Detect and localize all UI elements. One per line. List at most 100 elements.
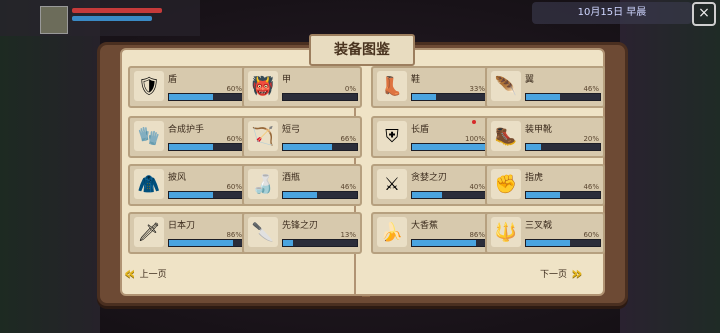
collection-percent: 60% bbox=[226, 183, 242, 191]
left-scene bbox=[0, 0, 100, 333]
close-button[interactable]: × bbox=[692, 2, 716, 26]
collection-percent: 33% bbox=[469, 85, 485, 93]
collection-percent: 60% bbox=[226, 85, 242, 93]
progress-bar bbox=[282, 239, 358, 247]
equipment-card[interactable]: 👢 鞋 33% bbox=[371, 66, 491, 108]
progress-bar bbox=[411, 143, 487, 151]
equipment-name: 先锋之刃 bbox=[282, 221, 319, 231]
equipment-card[interactable]: 🧥 披风 60% bbox=[128, 164, 248, 206]
progress-fill bbox=[526, 144, 541, 150]
equipment-name: 装甲靴 bbox=[525, 125, 553, 135]
equipment-name: 指虎 bbox=[525, 173, 544, 183]
tower-shield-icon: ⛨ bbox=[377, 121, 407, 151]
collection-percent: 46% bbox=[583, 183, 599, 191]
progress-bar bbox=[411, 239, 487, 247]
prev-page-label: 上一页 bbox=[139, 269, 167, 280]
progress-fill bbox=[169, 192, 214, 198]
progress-bar bbox=[168, 93, 244, 101]
vanguard-blade-icon: 🔪 bbox=[248, 217, 278, 247]
progress-bar bbox=[525, 93, 601, 101]
progress-bar bbox=[282, 191, 358, 199]
equipment-name: 合成护手 bbox=[168, 125, 205, 135]
progress-bar bbox=[282, 143, 358, 151]
equipment-name: 短弓 bbox=[282, 125, 301, 135]
equipment-name: 日本刀 bbox=[168, 221, 196, 231]
armor-icon: 👹 bbox=[248, 71, 278, 101]
progress-bar bbox=[411, 191, 487, 199]
collection-percent: 100% bbox=[464, 135, 485, 143]
collection-percent: 86% bbox=[226, 231, 242, 239]
progress-fill bbox=[169, 94, 214, 100]
progress-bar bbox=[525, 239, 601, 247]
banana-icon: 🍌 bbox=[377, 217, 407, 247]
progress-fill bbox=[283, 144, 332, 150]
prev-page-button[interactable]: « 上一页 bbox=[124, 262, 167, 284]
equipment-card[interactable]: 🍌 大香蕉 86% bbox=[371, 212, 491, 254]
progress-fill bbox=[169, 144, 214, 150]
wing-icon: 🪶 bbox=[491, 71, 521, 101]
equipment-card[interactable]: 👹 甲 0% bbox=[242, 66, 362, 108]
right-scene bbox=[620, 0, 720, 333]
progress-fill bbox=[283, 192, 318, 198]
progress-bar bbox=[168, 143, 244, 151]
collection-percent: 46% bbox=[340, 183, 356, 191]
progress-fill bbox=[283, 240, 293, 246]
collection-percent: 60% bbox=[226, 135, 242, 143]
hp-bar bbox=[72, 8, 162, 13]
armored-boots-icon: 🥾 bbox=[491, 121, 521, 151]
progress-bar bbox=[168, 191, 244, 199]
progress-bar bbox=[168, 239, 244, 247]
equipment-card[interactable]: 🔪 先锋之刃 13% bbox=[242, 212, 362, 254]
equipment-card[interactable]: 🥾 装甲靴 20% bbox=[485, 116, 605, 158]
equipment-name: 盾 bbox=[168, 75, 178, 85]
double-chevron-right-icon: » bbox=[571, 262, 583, 284]
progress-fill bbox=[526, 240, 571, 246]
shield-icon: 🛡 bbox=[134, 71, 164, 101]
mp-bar bbox=[72, 16, 152, 21]
progress-bar bbox=[525, 191, 601, 199]
equipment-name: 三叉戟 bbox=[525, 221, 553, 231]
progress-fill bbox=[526, 94, 561, 100]
equipment-card[interactable]: ✊ 指虎 46% bbox=[485, 164, 605, 206]
equipment-card[interactable]: 🧤 合成护手 60% bbox=[128, 116, 248, 158]
progress-fill bbox=[412, 144, 486, 150]
equipment-card[interactable]: 🍶 酒瓶 46% bbox=[242, 164, 362, 206]
katana-icon: 🗡 bbox=[134, 217, 164, 247]
knuckles-icon: ✊ bbox=[491, 169, 521, 199]
equipment-card[interactable]: 🏹 短弓 66% bbox=[242, 116, 362, 158]
equipment-name: 鞋 bbox=[411, 75, 421, 85]
double-chevron-left-icon: « bbox=[124, 262, 136, 284]
next-page-button[interactable]: 下一页 » bbox=[540, 262, 583, 284]
equipment-card[interactable]: 🗡 日本刀 86% bbox=[128, 212, 248, 254]
progress-fill bbox=[169, 240, 233, 246]
page-title: 装备图鉴 bbox=[309, 34, 415, 66]
equipment-card[interactable]: 🛡 盾 60% bbox=[128, 66, 248, 108]
collection-percent: 86% bbox=[469, 231, 485, 239]
equipment-card[interactable]: 🔱 三叉戟 60% bbox=[485, 212, 605, 254]
new-item-dot bbox=[472, 120, 476, 124]
date-weather: 10月15日 早晨 bbox=[532, 2, 692, 24]
boots-icon: 👢 bbox=[377, 71, 407, 101]
equipment-name: 长盾 bbox=[411, 125, 430, 135]
equipment-name: 翼 bbox=[525, 75, 535, 85]
progress-fill bbox=[412, 240, 476, 246]
equipment-name: 甲 bbox=[282, 75, 292, 85]
progress-fill bbox=[412, 192, 442, 198]
trident-icon: 🔱 bbox=[491, 217, 521, 247]
collection-percent: 66% bbox=[340, 135, 356, 143]
collection-percent: 0% bbox=[344, 85, 356, 93]
next-page-label: 下一页 bbox=[540, 269, 568, 280]
collection-percent: 13% bbox=[340, 231, 356, 239]
collection-percent: 60% bbox=[583, 231, 599, 239]
player-avatar bbox=[40, 6, 68, 34]
equipment-card[interactable]: 🪶 翼 46% bbox=[485, 66, 605, 108]
equipment-name: 披风 bbox=[168, 173, 187, 183]
equipment-name: 大香蕉 bbox=[411, 221, 439, 231]
bottle-icon: 🍶 bbox=[248, 169, 278, 199]
cloak-icon: 🧥 bbox=[134, 169, 164, 199]
progress-bar bbox=[411, 93, 487, 101]
equipment-card[interactable]: ⚔ 贪婪之刃 40% bbox=[371, 164, 491, 206]
progress-bar bbox=[525, 143, 601, 151]
progress-fill bbox=[526, 192, 561, 198]
equipment-name: 酒瓶 bbox=[282, 173, 301, 183]
